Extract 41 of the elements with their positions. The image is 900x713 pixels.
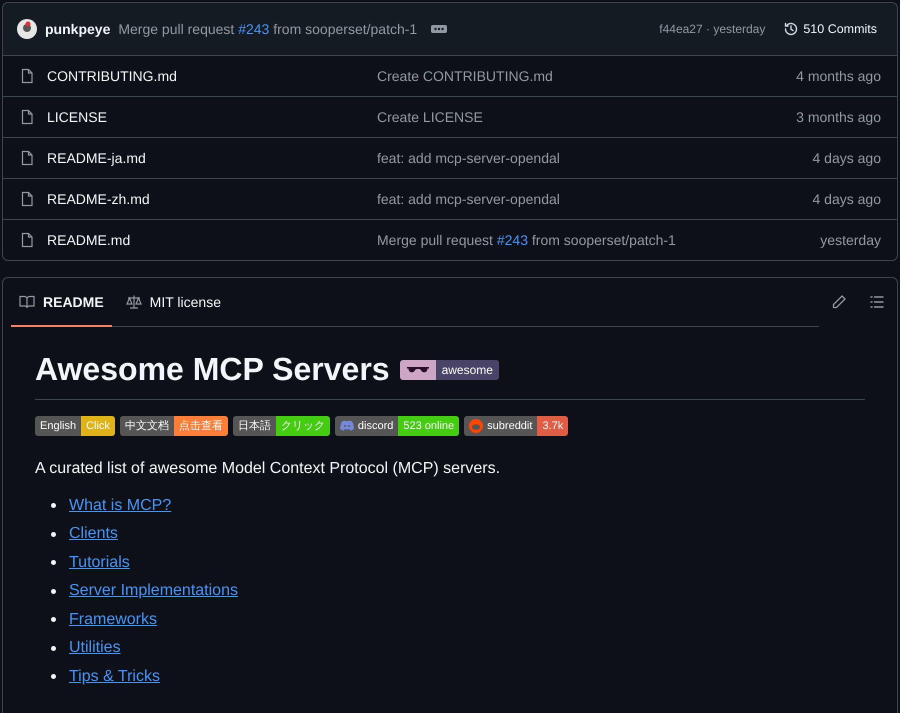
file-icon (19, 232, 35, 248)
file-name-link[interactable]: README-ja.md (47, 150, 377, 166)
file-icon (19, 109, 35, 125)
commit-message: Create CONTRIBUTING.md (377, 68, 554, 84)
contents-link[interactable]: What is MCP? (69, 496, 172, 515)
avatar-icon[interactable] (17, 19, 37, 39)
readme-tab[interactable]: MIT license (118, 278, 229, 327)
file-icon (19, 68, 35, 84)
file-name-link[interactable]: LICENSE (47, 109, 377, 125)
contents-link[interactable]: Tips & Tricks (69, 668, 160, 686)
commits-link[interactable]: 510 Commits (783, 21, 877, 37)
readme-title: Awesome MCP Servers (35, 350, 390, 389)
commit-time: 3 months ago (796, 109, 881, 125)
readme-tab[interactable]: README (11, 278, 112, 327)
commit-message: Merge pull request #243 from sooperset/patch-1 (377, 232, 677, 248)
file-name-link[interactable]: README.md (47, 232, 377, 248)
commit-time: 4 days ago (812, 150, 881, 166)
contents-link[interactable]: Frameworks (69, 610, 158, 629)
file-name-link[interactable]: README-zh.md (47, 191, 377, 207)
file-icon (19, 150, 35, 166)
history-icon (783, 21, 800, 37)
commit-time: 4 days ago (812, 191, 881, 207)
book-icon (19, 294, 35, 310)
commit-hash-link[interactable]: f44ea27 · yesterday (659, 22, 766, 36)
commit-message: Create LICENSE (377, 109, 484, 125)
author-link[interactable]: punkpeye (45, 21, 110, 37)
commit-message: feat: add mcp-server-opendal (377, 191, 561, 207)
commit-message: Merge pull request #243 from sooperset/patch-1 (118, 21, 418, 37)
scale-icon (126, 294, 142, 310)
contents-link[interactable]: Utilities (69, 639, 121, 658)
pull-request-link[interactable]: #243 (496, 232, 528, 248)
commit-time: 4 months ago (796, 68, 881, 84)
contents-link[interactable]: Server Implementations (69, 582, 238, 600)
file-name-link[interactable]: CONTRIBUTING.md (47, 68, 377, 84)
contents-link[interactable]: Clients (69, 525, 118, 544)
file-icon (19, 191, 35, 207)
contents-link[interactable]: Tutorials (69, 554, 130, 572)
commit-message: feat: add mcp-server-opendal (377, 150, 561, 166)
intro-text: A curated list of awesome Model Context Protocol (MCP) servers. (35, 460, 502, 478)
commit-time: yesterday (820, 232, 881, 248)
pull-request-link[interactable]: #243 (238, 21, 270, 37)
